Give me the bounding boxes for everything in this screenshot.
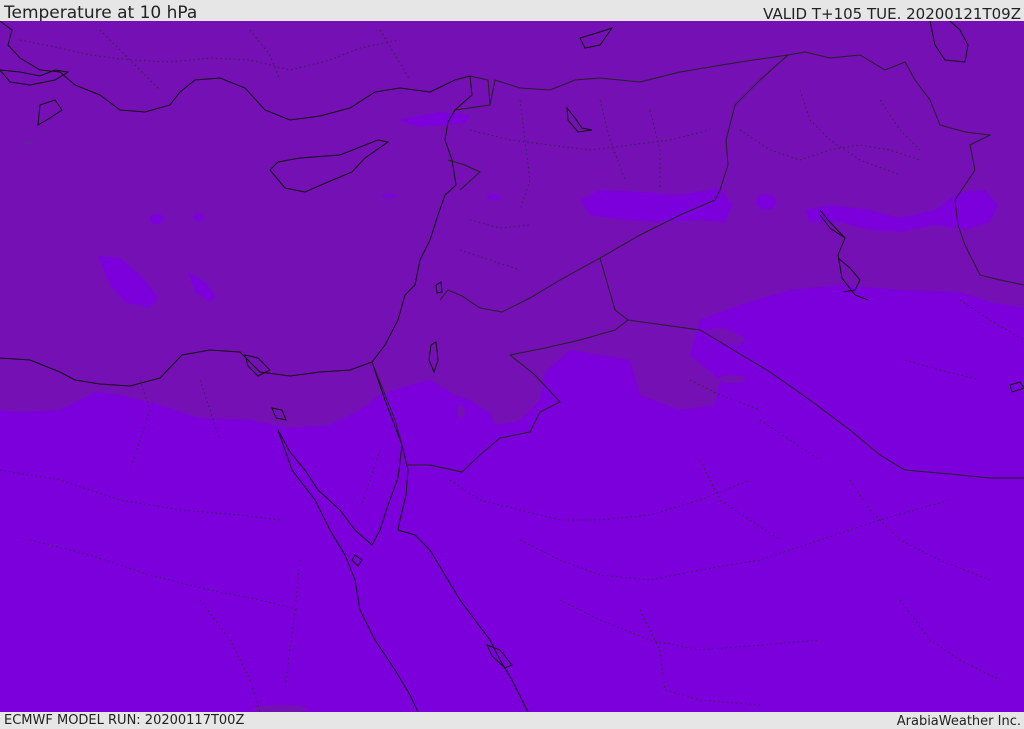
map-title: Temperature at 10 hPa: [4, 3, 198, 23]
model-run: ECMWF MODEL RUN: 20200117T00Z: [4, 713, 245, 728]
footer-bar: ECMWF MODEL RUN: 20200117T00Z ArabiaWeat…: [0, 712, 1024, 729]
weather-map: [0, 21, 1024, 712]
warm-spot: [23, 140, 33, 146]
map-frame: Temperature at 10 hPa VALID T+105 TUE. 2…: [0, 0, 1024, 729]
header-bar: Temperature at 10 hPa VALID T+105 TUE. 2…: [0, 0, 1024, 23]
credit-label: ArabiaWeather Inc.: [896, 714, 1021, 729]
